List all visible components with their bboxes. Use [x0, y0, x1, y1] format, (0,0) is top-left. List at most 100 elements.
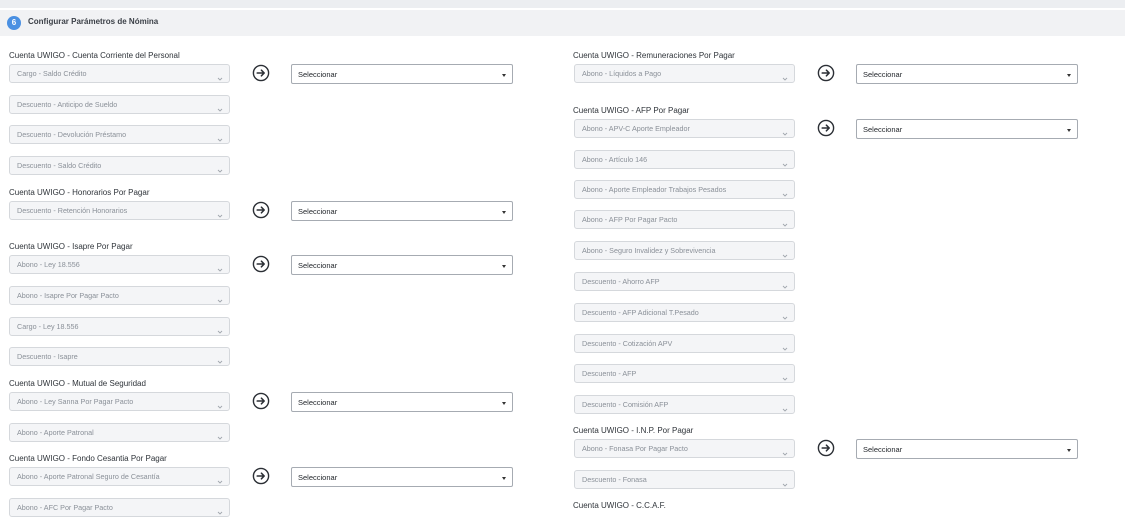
concept-select-value: Descuento - AFP [582, 369, 637, 378]
caret-down-icon [502, 211, 506, 214]
concept-select[interactable]: Descuento - Comisión AFP [574, 395, 795, 414]
concept-select-value: Cargo - Saldo Crédito [17, 69, 87, 78]
concept-select[interactable]: Abono - APV-C Aporte Empleador [574, 119, 795, 138]
concept-select-value: Abono - Aporte Empleador Trabajos Pesado… [582, 185, 727, 194]
chevron-down-icon [216, 323, 224, 334]
concept-select[interactable]: Cargo - Ley 18.556 [9, 317, 230, 336]
chevron-down-icon [216, 429, 224, 440]
concept-select[interactable]: Abono - Artículo 146 [574, 150, 795, 169]
chevron-down-icon [216, 101, 224, 112]
arrow-right-circle-icon[interactable] [252, 392, 270, 410]
concept-select[interactable]: Descuento - Devolución Préstamo [9, 125, 230, 144]
arrow-right-circle-icon[interactable] [817, 439, 835, 457]
concept-select[interactable]: Descuento - Retención Honorarios [9, 201, 230, 220]
account-dropdown[interactable]: Seleccionar [856, 64, 1078, 84]
chevron-down-icon [781, 370, 789, 381]
chevron-down-icon [781, 156, 789, 167]
step-badge: 6 [7, 16, 21, 30]
section-title: Configurar Parámetros de Nómina [28, 17, 159, 26]
caret-down-icon [502, 477, 506, 480]
chevron-down-icon [216, 162, 224, 173]
arrow-right-circle-icon[interactable] [252, 64, 270, 82]
chevron-down-icon [216, 353, 224, 364]
caret-down-icon [502, 74, 506, 77]
chevron-down-icon [216, 473, 224, 484]
concept-select[interactable]: Abono - Aporte Empleador Trabajos Pesado… [574, 180, 795, 199]
chevron-down-icon [781, 445, 789, 456]
concept-select-value: Abono - Aporte Patronal Seguro de Cesant… [17, 472, 160, 481]
concept-select-value: Descuento - AFP Adicional T.Pesado [582, 308, 699, 317]
left-group-label: Cuenta UWIGO - Fondo Cesantia Por Pagar [9, 454, 167, 463]
concept-select[interactable]: Descuento - Saldo Crédito [9, 156, 230, 175]
concept-select[interactable]: Descuento - Anticipo de Sueldo [9, 95, 230, 114]
concept-select[interactable]: Abono - Isapre Por Pagar Pacto [9, 286, 230, 305]
left-group-label: Cuenta UWIGO - Isapre Por Pagar [9, 242, 133, 251]
concept-select-value: Descuento - Anticipo de Sueldo [17, 100, 118, 109]
account-dropdown[interactable]: Seleccionar [856, 119, 1078, 139]
caret-down-icon [502, 265, 506, 268]
chevron-down-icon [781, 401, 789, 412]
account-dropdown-value: Seleccionar [298, 473, 338, 482]
chevron-down-icon [216, 398, 224, 409]
concept-select-value: Abono - Artículo 146 [582, 155, 648, 164]
account-dropdown[interactable]: Seleccionar [291, 201, 513, 221]
concept-select[interactable]: Abono - Aporte Patronal Seguro de Cesant… [9, 467, 230, 486]
chevron-down-icon [781, 216, 789, 227]
concept-select-value: Cargo - Ley 18.556 [17, 322, 79, 331]
concept-select[interactable]: Descuento - Ahorro AFP [574, 272, 795, 291]
concept-select-value: Abono - Ley Sanna Por Pagar Pacto [17, 397, 134, 406]
concept-select-value: Descuento - Fonasa [582, 475, 647, 484]
concept-select[interactable]: Cargo - Saldo Crédito [9, 64, 230, 83]
account-dropdown[interactable]: Seleccionar [291, 392, 513, 412]
arrow-right-circle-icon[interactable] [817, 119, 835, 137]
caret-down-icon [1067, 449, 1071, 452]
concept-select[interactable]: Abono - Ley 18.556 [9, 255, 230, 274]
chevron-down-icon [216, 207, 224, 218]
left-group-label: Cuenta UWIGO - Cuenta Corriente del Pers… [9, 51, 180, 60]
chevron-down-icon [781, 247, 789, 258]
arrow-right-circle-icon[interactable] [252, 201, 270, 219]
concept-select[interactable]: Descuento - Isapre [9, 347, 230, 366]
arrow-right-circle-icon[interactable] [252, 255, 270, 273]
chevron-down-icon [216, 292, 224, 303]
left-group-label: Cuenta UWIGO - Mutual de Seguridad [9, 379, 146, 388]
concept-select-value: Descuento - Isapre [17, 352, 78, 361]
account-dropdown[interactable]: Seleccionar [856, 439, 1078, 459]
concept-select[interactable]: Descuento - AFP Adicional T.Pesado [574, 303, 795, 322]
concept-select-value: Abono - Ley 18.556 [17, 260, 80, 269]
account-dropdown[interactable]: Seleccionar [291, 467, 513, 487]
account-dropdown-value: Seleccionar [298, 398, 338, 407]
concept-select-value: Descuento - Ahorro AFP [582, 277, 660, 286]
chevron-down-icon [216, 70, 224, 81]
chevron-down-icon [216, 261, 224, 272]
account-dropdown[interactable]: Seleccionar [291, 255, 513, 275]
concept-select[interactable]: Descuento - Cotización APV [574, 334, 795, 353]
concept-select[interactable]: Descuento - Fonasa [574, 470, 795, 489]
concept-select-value: Descuento - Retención Honorarios [17, 206, 128, 215]
account-dropdown-value: Seleccionar [298, 207, 338, 216]
concept-select[interactable]: Abono - AFC Por Pagar Pacto [9, 498, 230, 517]
left-group-label: Cuenta UWIGO - Honorarios Por Pagar [9, 188, 150, 197]
concept-select[interactable]: Abono - Líquidos a Pago [574, 64, 795, 83]
concept-select-value: Abono - Fonasa Por Pagar Pacto [582, 444, 688, 453]
concept-select-value: Descuento - Devolución Préstamo [17, 130, 127, 139]
concept-select[interactable]: Abono - Seguro Invalidez y Sobrevivencia [574, 241, 795, 260]
caret-down-icon [1067, 74, 1071, 77]
arrow-right-circle-icon[interactable] [252, 467, 270, 485]
concept-select[interactable]: Abono - Fonasa Por Pagar Pacto [574, 439, 795, 458]
arrow-right-circle-icon[interactable] [817, 64, 835, 82]
chevron-down-icon [781, 70, 789, 81]
concept-select-value: Abono - Seguro Invalidez y Sobrevivencia [582, 246, 716, 255]
top-band [0, 0, 1125, 8]
chevron-down-icon [781, 476, 789, 487]
concept-select[interactable]: Abono - Aporte Patronal [9, 423, 230, 442]
right-group-label: Cuenta UWIGO - Remuneraciones Por Pagar [573, 51, 735, 60]
concept-select[interactable]: Abono - Ley Sanna Por Pagar Pacto [9, 392, 230, 411]
section-header: 6 Configurar Parámetros de Nómina [0, 10, 1125, 36]
concept-select-value: Abono - APV-C Aporte Empleador [582, 124, 690, 133]
concept-select[interactable]: Descuento - AFP [574, 364, 795, 383]
concept-select[interactable]: Abono - AFP Por Pagar Pacto [574, 210, 795, 229]
chevron-down-icon [216, 131, 224, 142]
account-dropdown-value: Seleccionar [863, 125, 903, 134]
account-dropdown[interactable]: Seleccionar [291, 64, 513, 84]
